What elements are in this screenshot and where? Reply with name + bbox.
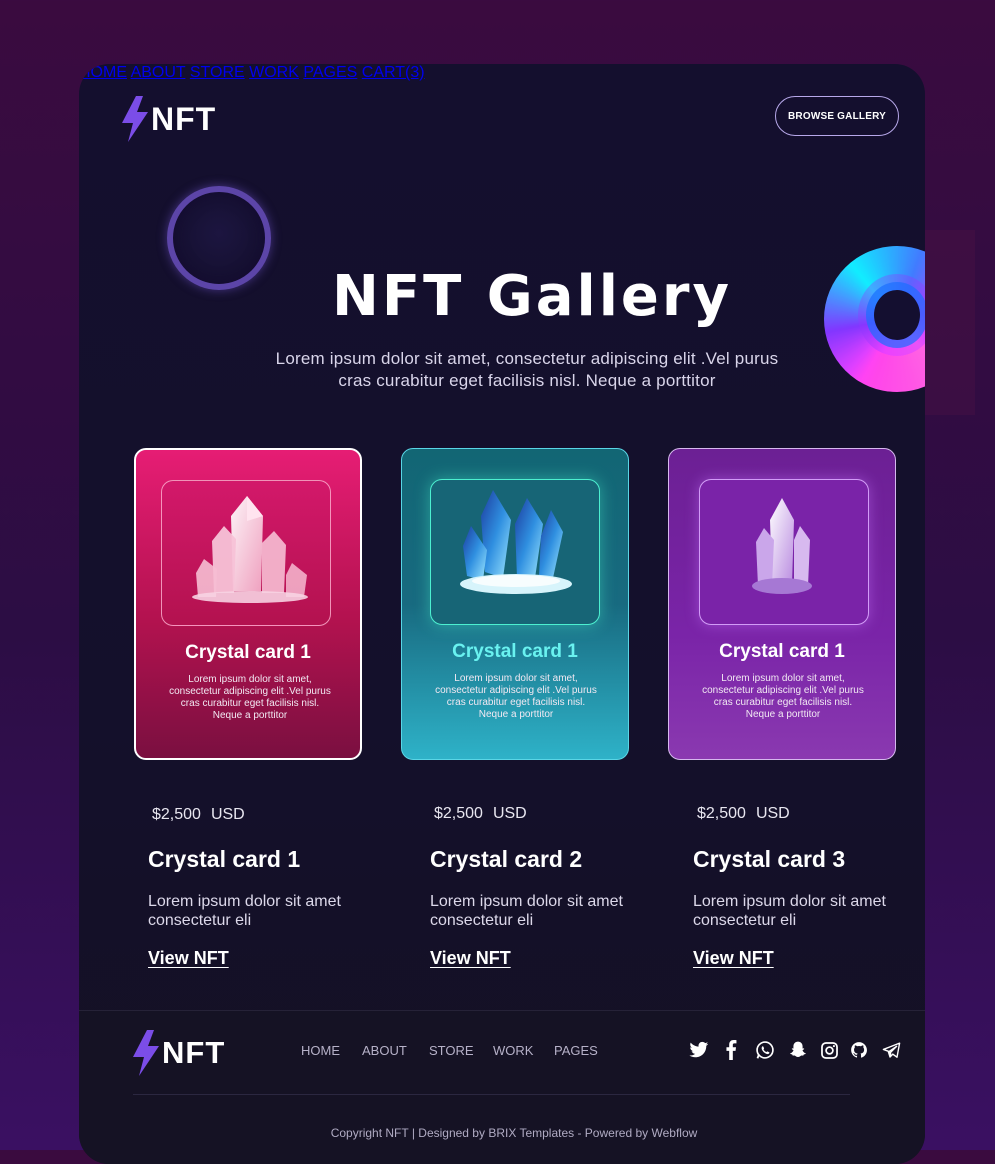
- hero-title: NFT Gallery: [331, 264, 733, 329]
- page-frame: NFT HOME ABOUT STORE WORK PAGES CART(3) …: [79, 64, 925, 1164]
- footer-nav-about[interactable]: ABOUT: [362, 1043, 407, 1058]
- purple-crystal-image: [752, 498, 812, 594]
- item-description: Lorem ipsum dolor sit amet consectetur e…: [430, 893, 623, 929]
- logo-text: NFT: [162, 1035, 226, 1070]
- crystal-card[interactable]: Crystal card 1 Lorem ipsum dolor sit ame…: [668, 448, 896, 760]
- browse-gallery-button[interactable]: BROWSE GALLERY: [775, 96, 899, 136]
- price-amount: $2,500: [434, 805, 483, 822]
- blue-crystal-image: [460, 490, 572, 594]
- item-name: Crystal card 2: [430, 846, 583, 872]
- background-glow: [925, 230, 975, 415]
- header-logo[interactable]: NFT: [121, 96, 216, 142]
- card-title: Crystal card 1: [719, 641, 845, 662]
- item-name: Crystal card 3: [693, 846, 846, 872]
- pink-crystal-image: [192, 496, 308, 603]
- nav-store[interactable]: STORE: [190, 64, 245, 81]
- item-description: Lorem ipsum dolor sit amet consectetur e…: [693, 893, 886, 929]
- github-icon[interactable]: [849, 1040, 869, 1060]
- card-description: Lorem ipsum dolor sit amet, consectetur …: [435, 673, 597, 720]
- card-description: Lorem ipsum dolor sit amet, consectetur …: [169, 674, 331, 721]
- footer-line: [133, 1094, 850, 1095]
- price-currency: USD: [210, 806, 245, 823]
- card-description: Lorem ipsum dolor sit amet, consectetur …: [702, 673, 864, 720]
- item-price: $2,500 USD: [697, 805, 790, 823]
- hero-subtitle: Lorem ipsum dolor sit amet, consectetur …: [275, 349, 779, 390]
- footer-nav-store[interactable]: STORE: [429, 1043, 474, 1058]
- crystal-image-frame: [161, 480, 331, 626]
- telegram-icon[interactable]: [881, 1040, 901, 1060]
- footer-nav-pages[interactable]: PAGES: [554, 1043, 598, 1058]
- main-nav: HOME ABOUT STORE WORK PAGES CART(3): [79, 64, 925, 82]
- price-amount: $2,500: [152, 806, 201, 823]
- item-description: Lorem ipsum dolor sit amet consectetur e…: [148, 893, 341, 929]
- price-currency: USD: [492, 805, 527, 822]
- whatsapp-icon[interactable]: [755, 1040, 775, 1060]
- twitter-icon[interactable]: [689, 1040, 709, 1060]
- item-price: $2,500 USD: [434, 805, 527, 823]
- logo-text: NFT: [151, 100, 217, 137]
- snapchat-icon[interactable]: [788, 1040, 808, 1060]
- lightning-bolt-icon: [122, 96, 148, 142]
- nav-work[interactable]: WORK: [249, 64, 299, 81]
- price-amount: $2,500: [697, 805, 746, 822]
- item-name: Crystal card 1: [148, 846, 301, 872]
- price-currency: USD: [755, 805, 790, 822]
- footer-nav-home[interactable]: HOME: [301, 1043, 340, 1058]
- view-nft-link[interactable]: View NFT: [693, 948, 774, 969]
- nav-cart[interactable]: CART(3): [362, 64, 425, 81]
- view-nft-link[interactable]: View NFT: [148, 948, 229, 969]
- footer-logo[interactable]: NFT: [132, 1030, 225, 1076]
- card-title: Crystal card 1: [452, 641, 578, 662]
- crystal-image-frame: [699, 479, 869, 625]
- footer-nav-work[interactable]: WORK: [493, 1043, 533, 1058]
- lightning-bolt-icon: [133, 1030, 159, 1076]
- nav-about[interactable]: ABOUT: [131, 64, 186, 81]
- card-title: Crystal card 1: [185, 642, 311, 663]
- instagram-icon[interactable]: [819, 1040, 839, 1060]
- item-price: $2,500 USD: [152, 806, 245, 824]
- crystal-card[interactable]: Crystal card 1 Lorem ipsum dolor sit ame…: [401, 448, 629, 760]
- nav-pages[interactable]: PAGES: [303, 64, 357, 81]
- crystal-image-frame: [430, 479, 600, 625]
- nav-home[interactable]: HOME: [79, 64, 127, 81]
- crystal-card[interactable]: Crystal card 1 Lorem ipsum dolor sit ame…: [134, 448, 362, 760]
- view-nft-link[interactable]: View NFT: [430, 948, 511, 969]
- copyright-text: Copyright NFT | Designed by BRIX Templat…: [330, 1126, 698, 1140]
- facebook-icon[interactable]: [721, 1040, 741, 1060]
